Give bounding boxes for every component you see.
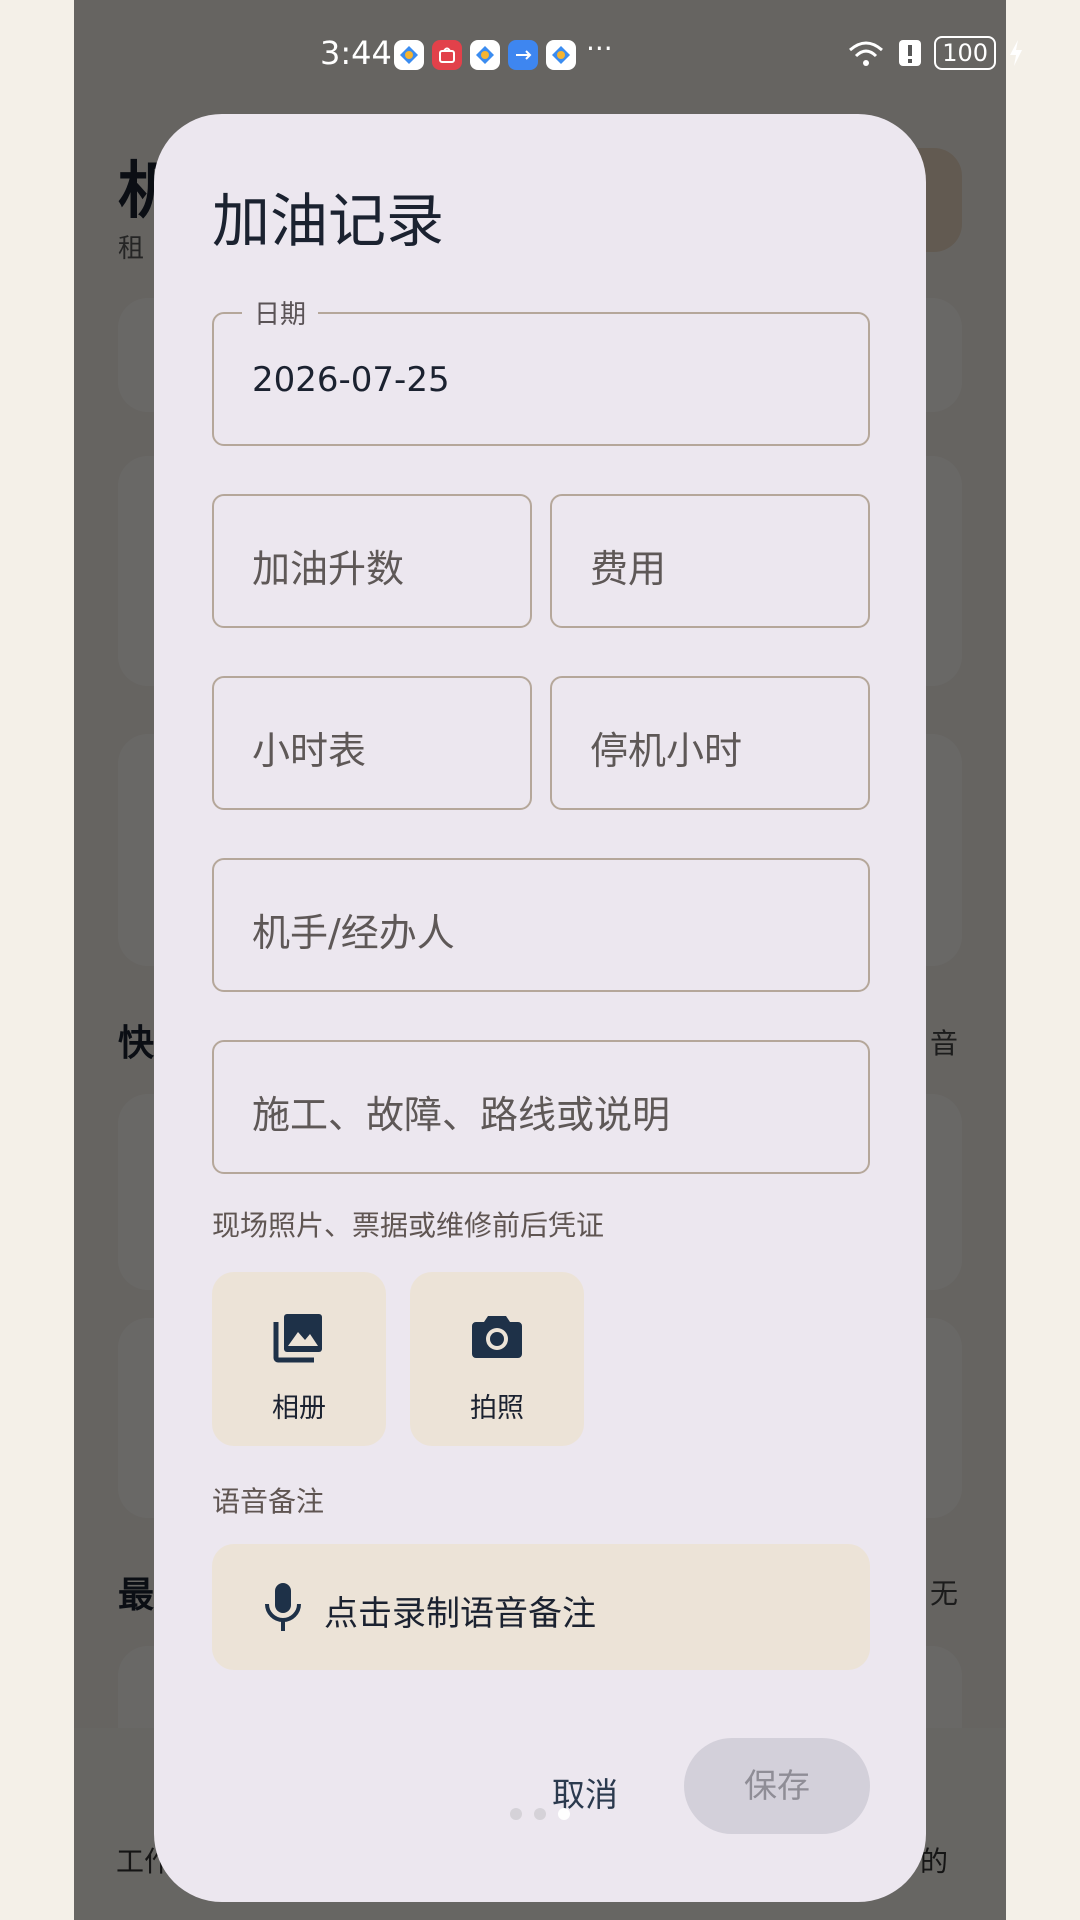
app-icon [470,40,500,70]
downtime-field[interactable]: 停机小时 [550,676,870,810]
operator-field-placeholder: 机手/经办人 [252,911,455,955]
wifi-icon [849,41,884,66]
record-voice-button[interactable]: 点击录制语音备注 [212,1544,870,1670]
page-dot [534,1808,546,1820]
system-icons: 100 [846,36,1024,70]
camera-icon [472,1316,522,1358]
app-icon [394,40,424,70]
save-button[interactable]: 保存 [684,1738,870,1834]
cost-field[interactable]: 费用 [550,494,870,628]
liters-field-placeholder: 加油升数 [252,547,405,591]
charging-icon [1010,40,1022,66]
camera-button[interactable]: 拍照 [410,1272,584,1446]
alert-icon [899,40,922,66]
more-notifications-icon: ··· [586,32,613,65]
notification-icons [394,40,576,70]
page-dot-active [558,1808,570,1820]
camera-button-label: 拍照 [470,1393,524,1424]
microphone-icon [265,1583,301,1631]
album-button[interactable]: 相册 [212,1272,386,1446]
page-indicator [510,1808,570,1820]
usb-icon [508,40,538,70]
downtime-field-placeholder: 停机小时 [590,729,743,773]
date-field-value: 2026-07-25 [252,360,450,400]
status-time: 3:44 [320,34,392,72]
photos-section-label: 现场照片、票据或维修前后凭证 [212,1209,605,1242]
album-button-label: 相册 [272,1393,326,1424]
huawei-store-icon [432,40,462,70]
fuel-record-dialog: 加油记录 日期 2026-07-25 加油升数 费用 小时表 停机小时 机手/经… [154,114,926,1902]
photo-library-icon [273,1314,322,1363]
hour-meter-field[interactable]: 小时表 [212,676,532,810]
date-field-label: 日期 [242,294,319,331]
battery-indicator: 100 [934,36,996,70]
hour-meter-field-placeholder: 小时表 [252,729,367,773]
page-dot [510,1808,522,1820]
date-field[interactable]: 日期 2026-07-25 [212,294,870,446]
app-icon [546,40,576,70]
notes-field-placeholder: 施工、故障、路线或说明 [252,1093,671,1137]
status-bar: 3:44 ··· 100 [0,28,1080,82]
cost-field-placeholder: 费用 [590,547,667,591]
record-voice-button-label: 点击录制语音备注 [324,1594,596,1634]
voice-section-label: 语音备注 [212,1485,325,1518]
liters-field[interactable]: 加油升数 [212,494,532,628]
dialog-title: 加油记录 [212,187,445,255]
notes-field[interactable]: 施工、故障、路线或说明 [212,1040,870,1174]
operator-field[interactable]: 机手/经办人 [212,858,870,992]
